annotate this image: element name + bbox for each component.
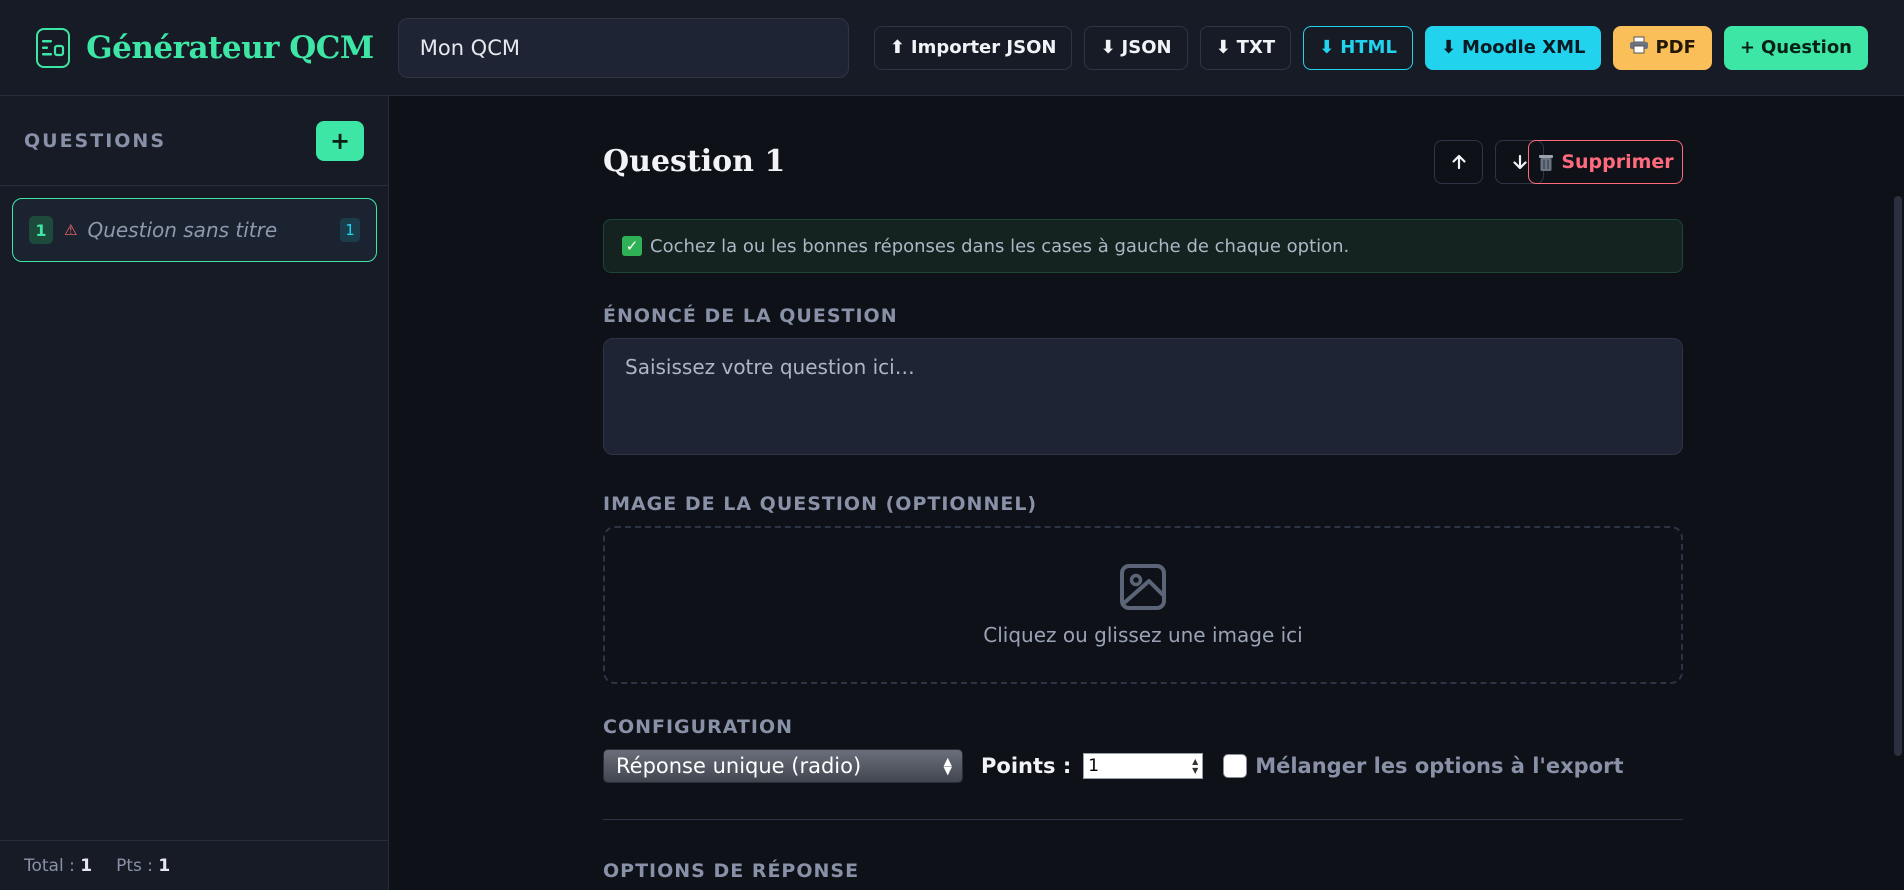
section-divider (603, 819, 1683, 820)
question-title: Question 1 (603, 144, 786, 179)
sidebar-header: QUESTIONS + (0, 96, 388, 186)
statement-label: ÉNONCÉ DE LA QUESTION (603, 305, 898, 327)
questions-sidebar: QUESTIONS + 1 ⚠ Question sans titre 1 To… (0, 96, 389, 890)
points-input[interactable]: 1 ▲ ▼ (1083, 753, 1204, 779)
answer-options-label: OPTIONS DE RÉPONSE (603, 860, 860, 882)
sidebar-question-item[interactable]: 1 ⚠ Question sans titre 1 (12, 198, 377, 262)
warning-icon: ⚠ (64, 221, 78, 239)
move-up-button[interactable] (1434, 140, 1483, 184)
answer-type-select[interactable]: Réponse unique (radio) ▲ ▼ (603, 749, 963, 783)
upload-arrow-icon: ⬆ (889, 37, 905, 58)
editor-scrollbar[interactable] (1894, 196, 1902, 756)
printer-icon (1629, 36, 1649, 59)
total-count: Total : 1 (24, 855, 93, 876)
delete-question-button[interactable]: Supprimer (1528, 140, 1683, 184)
total-points: Pts : 1 (116, 855, 171, 876)
plus-icon: + (1739, 37, 1755, 58)
sidebar-title: QUESTIONS (24, 129, 167, 152)
export-json-button[interactable]: ⬇ JSON (1084, 25, 1188, 70)
download-arrow-icon: ⬇ (1440, 37, 1457, 58)
configuration-row: Réponse unique (radio) ▲ ▼ Points : 1 ▲ ▼ … (603, 749, 1683, 783)
app-logo-icon (36, 27, 71, 68)
trash-icon (1539, 155, 1554, 171)
question-number-badge: 1 (29, 216, 53, 244)
sidebar-footer: Total : 1 Pts : 1 (0, 840, 389, 890)
statement-placeholder: Saisissez votre question ici… (625, 355, 915, 379)
image-dropzone[interactable]: Cliquez ou glissez une image ici (603, 526, 1683, 684)
add-question-button[interactable]: + Question (1723, 25, 1868, 70)
arrow-up-icon (1451, 154, 1466, 170)
import-json-button[interactable]: ⬆ Importer JSON (873, 25, 1073, 70)
spinner-icon[interactable]: ▲ ▼ (1192, 757, 1198, 775)
shuffle-label: Mélanger les options à l'export (1255, 754, 1624, 778)
app-header: Générateur QCM ⬆ Importer JSON ⬇ JSON ⬇ … (0, 0, 1904, 96)
export-html-button[interactable]: ⬇ HTML (1303, 25, 1413, 70)
image-label: IMAGE DE LA QUESTION (OPTIONNEL) (603, 493, 1038, 515)
export-pdf-button[interactable]: PDF (1613, 25, 1712, 70)
question-header: Question 1 Supprimer (603, 140, 1683, 190)
answer-tip-banner: ✓ Cochez la ou les bonnes réponses dans … (603, 219, 1683, 273)
question-points-badge: 1 (340, 218, 360, 242)
qcm-title-input[interactable] (397, 17, 849, 78)
download-arrow-icon: ⬇ (1319, 37, 1335, 58)
dropzone-text: Cliquez ou glissez une image ici (983, 623, 1303, 647)
app-title: Générateur QCM (86, 29, 374, 66)
select-arrows-icon: ▲ ▼ (943, 755, 952, 777)
arrow-down-icon (1512, 154, 1527, 170)
export-txt-button[interactable]: ⬇ TXT (1199, 25, 1292, 70)
configuration-label: CONFIGURATION (603, 716, 794, 738)
check-mark-icon: ✓ (622, 236, 642, 256)
download-arrow-icon: ⬇ (1100, 37, 1116, 58)
export-moodle-xml-button[interactable]: ⬇ Moodle XML (1424, 25, 1602, 70)
sidebar-add-question-button[interactable]: + (316, 120, 364, 161)
download-arrow-icon: ⬇ (1215, 37, 1231, 58)
points-label: Points : (981, 754, 1072, 778)
shuffle-checkbox[interactable] (1223, 754, 1248, 778)
image-icon (1120, 564, 1166, 610)
question-statement-textarea[interactable]: Saisissez votre question ici… (603, 338, 1683, 455)
question-editor: Question 1 Supprimer ✓ Cochez la ou les … (390, 96, 1904, 890)
question-item-label: Question sans titre (87, 218, 278, 242)
